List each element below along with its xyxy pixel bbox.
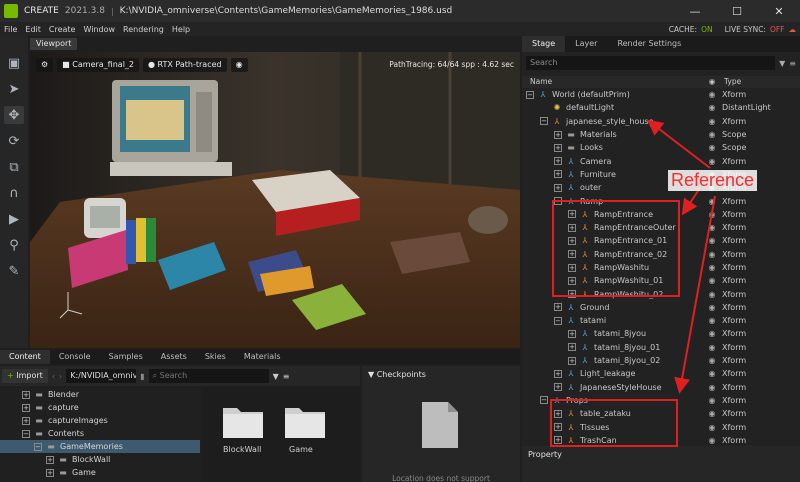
reference-annotation-label: Reference xyxy=(668,170,758,191)
annotation-arrows xyxy=(646,119,716,394)
